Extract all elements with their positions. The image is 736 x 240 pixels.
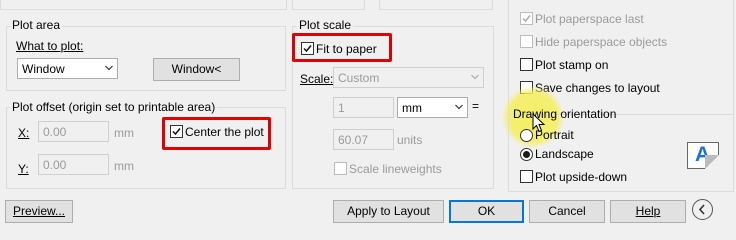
plot-paperspace-last-checkbox[interactable] (520, 12, 533, 25)
y-offset-label: Y: (18, 162, 29, 176)
plot-area-title: Plot area (10, 18, 63, 32)
scale-unit-value: mm (402, 101, 422, 115)
plot-stamp-label[interactable]: Plot stamp on (535, 58, 608, 72)
x-offset-unit: mm (114, 126, 134, 140)
plot-offset-title: Plot offset (origin set to printable are… (10, 100, 218, 114)
check-icon (522, 15, 531, 23)
fit-to-paper-highlight (292, 33, 392, 62)
page-corner-fold (705, 155, 719, 169)
scale-lineweights-label[interactable]: Scale lineweights (349, 162, 442, 176)
hide-paperspace-objects-checkbox[interactable] (520, 35, 533, 48)
equals-sign: = (472, 99, 480, 113)
mouse-cursor-icon (532, 113, 546, 133)
scale-value: Custom (338, 71, 380, 85)
preview-button[interactable]: Preview... (5, 200, 73, 223)
plot-paperspace-last-label[interactable]: Plot paperspace last (535, 12, 644, 26)
chevron-down-icon (105, 65, 113, 71)
apply-to-layout-button[interactable]: Apply to Layout (333, 200, 444, 223)
scale-label: Scale: (300, 72, 334, 86)
scale-select[interactable]: Custom (333, 67, 484, 88)
scale-lineweights-checkbox[interactable] (334, 162, 347, 175)
scale-value1-input[interactable]: 1 (333, 97, 394, 118)
chevron-left-icon (698, 204, 705, 215)
plot-stamp-checkbox[interactable] (520, 58, 533, 71)
scale-unit-select[interactable]: mm (397, 97, 468, 118)
what-to-plot-value: Window (22, 62, 65, 76)
y-offset-input[interactable]: 0.00 (38, 154, 109, 175)
collapse-options-button[interactable] (692, 199, 713, 220)
top-right-partial-group (379, 0, 493, 10)
chevron-down-icon (455, 104, 463, 110)
what-to-plot-label: What to plot: (16, 39, 84, 53)
scale-units-label: units (397, 133, 423, 147)
landscape-label[interactable]: Landscape (535, 147, 594, 161)
cancel-button[interactable]: Cancel (529, 200, 605, 223)
top-left-partial-group (0, 0, 287, 10)
upside-down-label[interactable]: Plot upside-down (535, 170, 627, 184)
window-pick-button[interactable]: Window< (153, 58, 240, 81)
landscape-radio[interactable] (520, 148, 533, 161)
x-offset-input[interactable]: 0.00 (38, 121, 109, 142)
x-offset-label: X: (18, 126, 30, 140)
hide-paperspace-objects-label[interactable]: Hide paperspace objects (535, 35, 667, 49)
upside-down-checkbox[interactable] (520, 170, 533, 183)
chevron-down-icon (471, 74, 479, 80)
orientation-title: Drawing orientation (513, 107, 617, 121)
top-middle-partial-group (292, 0, 365, 10)
scale-value2-input[interactable]: 60.07 (333, 129, 394, 150)
center-plot-highlight (162, 117, 271, 150)
ok-button[interactable]: OK (449, 200, 524, 223)
what-to-plot-select[interactable]: Window (17, 58, 118, 79)
save-changes-label[interactable]: Save changes to layout (535, 81, 660, 95)
landscape-page-icon: A (687, 142, 719, 169)
y-offset-unit: mm (114, 159, 134, 173)
plot-scale-title: Plot scale (297, 18, 354, 32)
help-button[interactable]: Help (610, 200, 686, 223)
